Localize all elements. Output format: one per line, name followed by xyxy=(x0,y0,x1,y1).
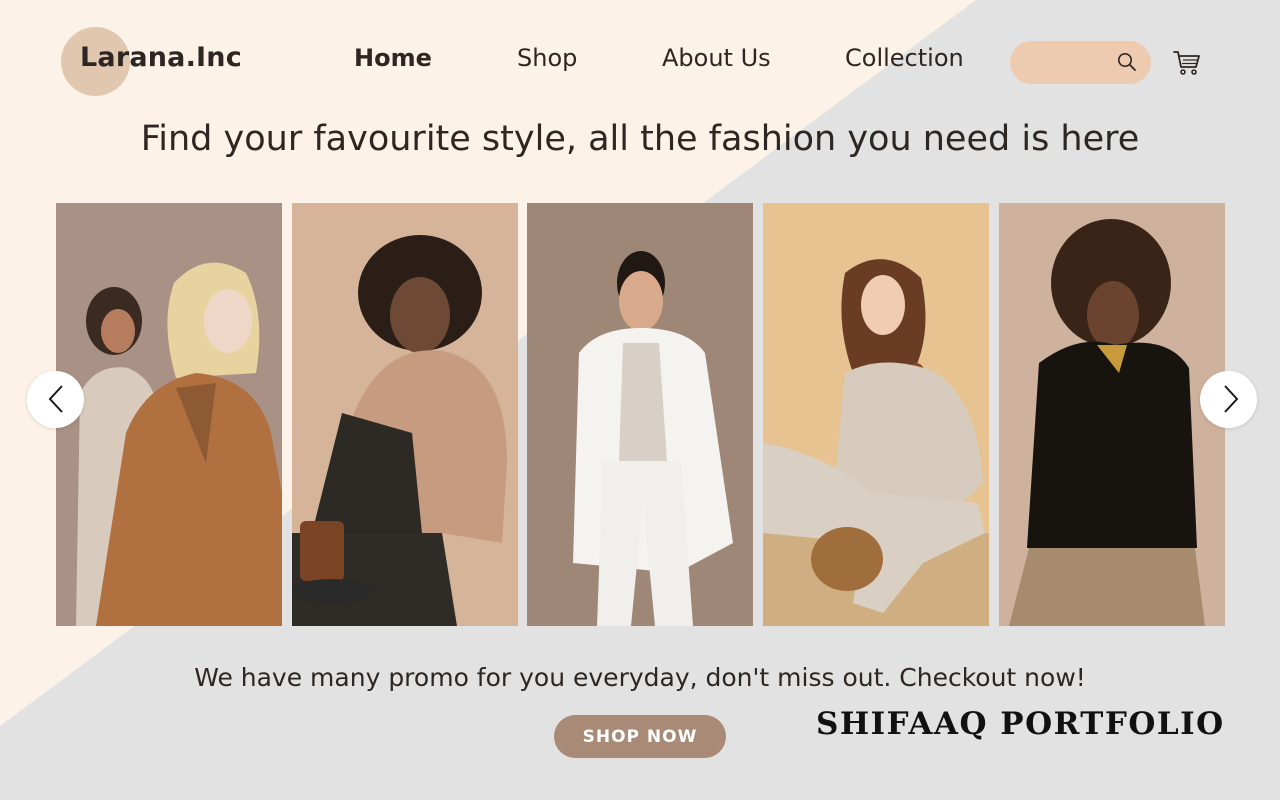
carousel-next-button[interactable] xyxy=(1200,371,1257,428)
model-photo-2[interactable] xyxy=(292,203,518,626)
promo-text: We have many promo for you everyday, don… xyxy=(194,663,1086,692)
hero-headline: Find your favourite style, all the fashi… xyxy=(140,119,1140,159)
model-photo-4[interactable] xyxy=(763,203,989,626)
nav-shop[interactable]: Shop xyxy=(517,44,577,72)
model-photo-5[interactable] xyxy=(999,203,1225,626)
model-photo-3[interactable] xyxy=(527,203,753,626)
cart-icon[interactable] xyxy=(1172,49,1202,77)
carousel-prev-button[interactable] xyxy=(27,371,84,428)
search-icon[interactable] xyxy=(1117,52,1137,72)
search-input[interactable] xyxy=(1024,49,1120,77)
nav-collection[interactable]: Collection xyxy=(845,44,964,72)
portfolio-watermark: SHIFAAQ PORTFOLIO xyxy=(816,706,1225,742)
nav-about-us[interactable]: About Us xyxy=(662,44,771,72)
nav-home[interactable]: Home xyxy=(354,44,432,72)
model-photo-1[interactable] xyxy=(56,203,282,626)
brand-logo[interactable]: Larana.Inc xyxy=(80,42,242,73)
shop-now-button[interactable]: SHOP NOW xyxy=(554,715,726,758)
